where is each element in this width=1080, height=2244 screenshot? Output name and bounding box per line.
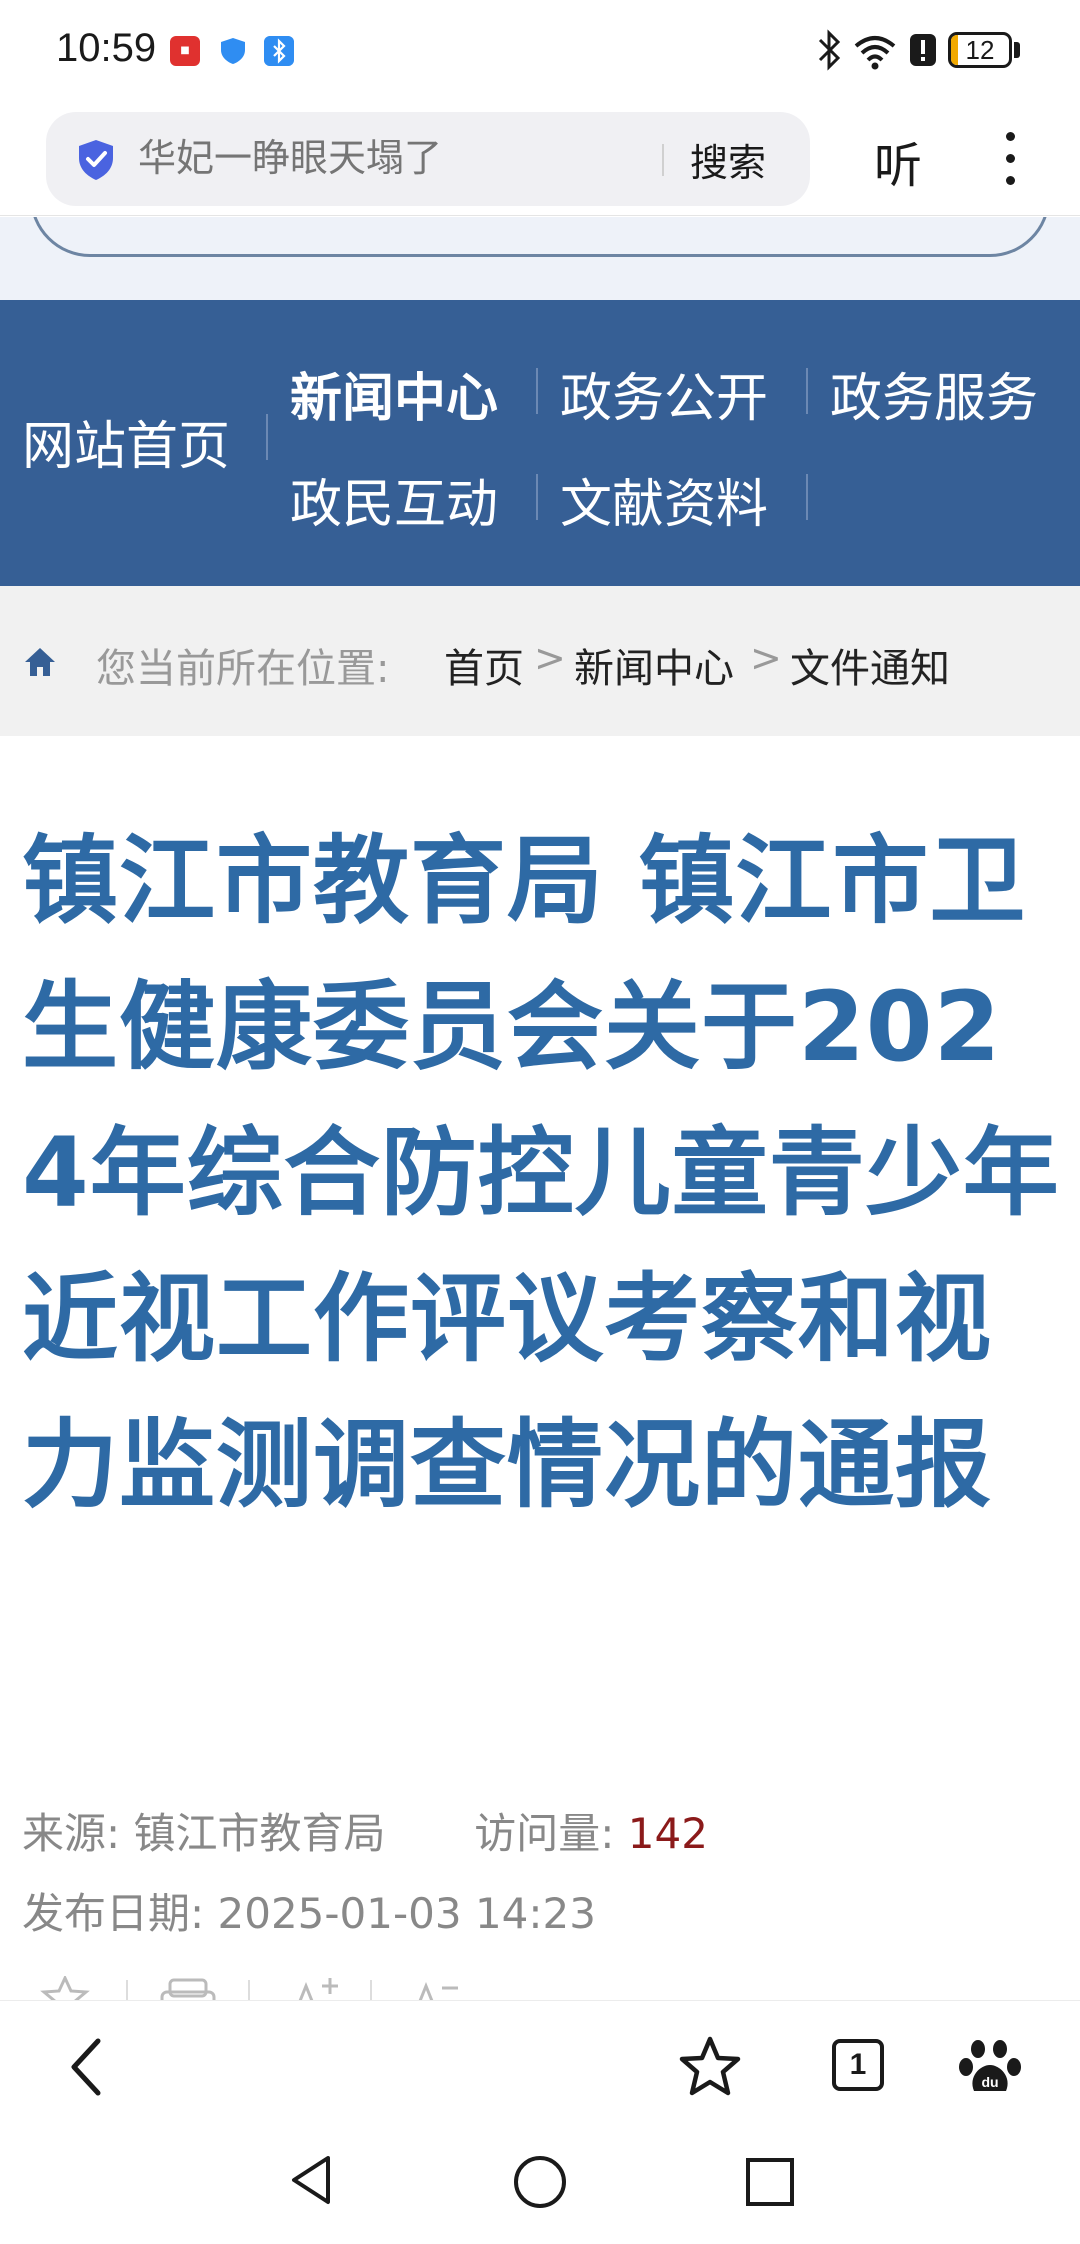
- status-bar: 10:59 ■ 12: [0, 0, 1080, 104]
- breadcrumb-label: 您当前所在位置:: [96, 646, 390, 692]
- battery-icon: 12: [948, 32, 1012, 68]
- nav-item-gov-affairs[interactable]: 政务公开: [560, 356, 768, 431]
- source-value: 镇江市教育局: [133, 1809, 386, 1858]
- svg-text:du: du: [981, 2074, 998, 2090]
- article-meta-source: 来源: 镇江市教育局 访问量: 142: [22, 1800, 708, 1861]
- header-search-arc: [30, 217, 1050, 257]
- battery-cap: [1014, 42, 1020, 58]
- search-input[interactable]: [138, 128, 698, 188]
- browser-top-bar: 搜索 听: [0, 104, 1080, 216]
- listen-button[interactable]: 听: [874, 126, 922, 196]
- nav-item-interaction[interactable]: 政民互动: [290, 462, 498, 537]
- views-label: 访问量:: [474, 1809, 615, 1858]
- source-label: 来源:: [22, 1809, 121, 1858]
- favorite-star-icon[interactable]: [40, 1976, 90, 2000]
- search-box[interactable]: 搜索: [46, 112, 810, 206]
- more-vertical-icon[interactable]: [998, 130, 1022, 190]
- battery-level: 12: [965, 35, 995, 65]
- print-icon[interactable]: [158, 1976, 218, 2000]
- nav-divider: [806, 368, 808, 414]
- breadcrumb-current[interactable]: 文件通知: [790, 636, 950, 694]
- search-button[interactable]: 搜索: [690, 132, 766, 187]
- nav-divider: [266, 414, 268, 460]
- article-meta-date: 发布日期: 2025-01-03 14:23: [22, 1880, 596, 1941]
- date-value: 2025-01-03 14:23: [217, 1889, 596, 1938]
- tabs-icon[interactable]: 1: [832, 2039, 884, 2091]
- system-recents-icon[interactable]: [742, 2154, 798, 2210]
- breadcrumb-home[interactable]: 首页: [444, 636, 524, 694]
- alert-icon: [910, 34, 936, 66]
- system-back-icon[interactable]: [284, 2152, 340, 2208]
- breadcrumb-news[interactable]: 新闻中心: [574, 636, 734, 694]
- star-icon[interactable]: [674, 2031, 746, 2103]
- breadcrumb: 您当前所在位置: 首页 > 新闻中心 > 文件通知: [0, 586, 1080, 736]
- wifi-icon: [854, 36, 896, 70]
- date-label: 发布日期:: [22, 1889, 205, 1938]
- article-title: 镇江市教育局 镇江市卫生健康委员会关于2024年综合防控儿童青少年近视工作评议考…: [22, 825, 1060, 1521]
- browser-bottom-bar: 1 du: [0, 2000, 1080, 2130]
- status-time: 10:59: [56, 26, 157, 70]
- page-header-strip: [0, 217, 1080, 300]
- nav-divider: [536, 368, 538, 414]
- baidu-paw-icon[interactable]: du: [954, 2031, 1026, 2103]
- bluetooth-app-icon: [264, 36, 294, 66]
- nav-home-link[interactable]: 网站首页: [22, 404, 230, 479]
- system-home-icon[interactable]: [510, 2152, 570, 2212]
- nav-item-documents[interactable]: 文献资料: [560, 462, 768, 537]
- tool-divider: [248, 1980, 250, 2000]
- site-nav: 网站首页 新闻中心 政务公开 政务服务 政民互动 文献资料: [0, 300, 1080, 586]
- verified-shield-icon: [79, 140, 113, 180]
- breadcrumb-separator: >: [750, 636, 782, 680]
- back-arrow-icon[interactable]: [52, 2031, 124, 2103]
- tool-divider: [370, 1980, 372, 2000]
- nav-item-gov-services[interactable]: 政务服务: [830, 356, 1038, 431]
- tool-divider: [126, 1980, 128, 2000]
- system-nav-bar: [0, 2130, 1080, 2244]
- home-icon: [25, 648, 55, 676]
- article-tools: [0, 1970, 1080, 2000]
- nav-divider: [536, 474, 538, 520]
- views-count: 142: [627, 1809, 708, 1858]
- font-increase-icon[interactable]: [286, 1976, 346, 2000]
- bluetooth-icon: [818, 29, 841, 71]
- nav-divider: [806, 474, 808, 520]
- red-app-icon: ■: [170, 36, 200, 66]
- font-decrease-icon[interactable]: [406, 1976, 466, 2000]
- breadcrumb-separator: >: [534, 636, 566, 680]
- nav-item-news[interactable]: 新闻中心: [290, 356, 498, 431]
- shield-icon: [221, 38, 245, 64]
- search-divider: [662, 144, 664, 176]
